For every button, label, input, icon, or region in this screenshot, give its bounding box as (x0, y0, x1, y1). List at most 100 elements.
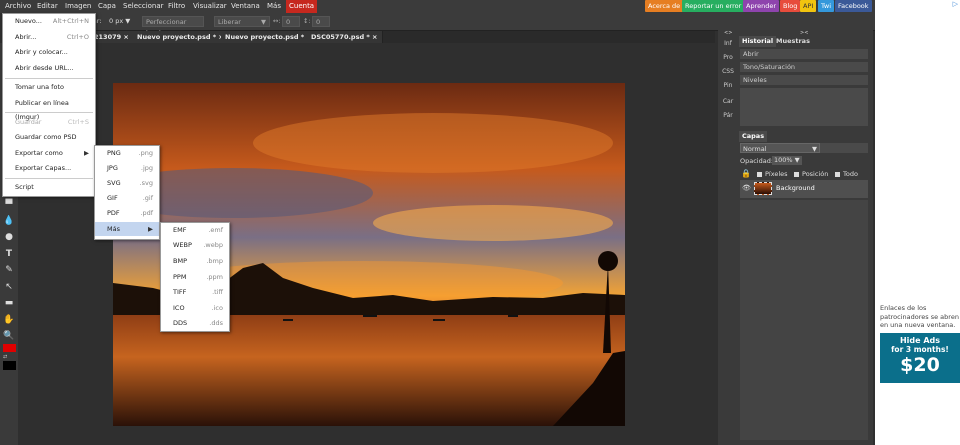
path-select-icon[interactable]: ↖ (3, 281, 15, 293)
collapsed-panels: <> Inf Pro CSS Pin Car Pár (718, 30, 738, 445)
history-row[interactable]: Abrir (740, 49, 868, 60)
aprender-button[interactable]: Aprender (743, 0, 780, 12)
menu-publicar[interactable]: Publicar en línea (Imgur) (3, 96, 95, 121)
burn-tool-icon[interactable]: ● (3, 231, 15, 243)
adchoices-icon[interactable]: ▷ (953, 0, 958, 8)
menu-capa[interactable]: Capa (95, 0, 119, 13)
lock-pixels-checkbox[interactable] (757, 172, 762, 177)
swap-colors-icon[interactable]: ⇄ (3, 354, 7, 360)
menu-seleccionar[interactable]: Seleccionar (120, 0, 167, 13)
options-toolbar: lar: 0 px ▼ Perfeccionar borde Liberar▼ … (85, 13, 875, 37)
foreground-color-swatch[interactable] (3, 344, 16, 352)
eye-icon[interactable]: 👁 (742, 184, 751, 192)
layers-panel: Capas Normal ▼ Opacidad: 100% ▼ 🔒 Píxeles… (738, 130, 873, 445)
layer-row[interactable]: 👁 Background (740, 180, 868, 198)
menu-separator (5, 78, 93, 79)
tab-doc-1[interactable]: 213079 × (90, 31, 134, 43)
more-formats-submenu: EMF .emf WEBP .webp BMP .bmp PPM .ppm TIFF .t… (160, 222, 230, 332)
export-more[interactable]: Más ▶ (95, 222, 159, 236)
ad-line1: Hide Ads (899, 336, 941, 345)
opacity-input[interactable]: 100% ▼ (772, 156, 802, 165)
api-button[interactable]: API (800, 0, 817, 12)
menu-abrir-url[interactable]: Abrir desde URL... (3, 61, 95, 75)
mode-select[interactable]: Liberar ▼ (214, 16, 270, 27)
export-pdf[interactable]: PDF .pdf (95, 206, 159, 220)
report-error-button[interactable]: Reportar un error (682, 0, 745, 12)
tab-muestras[interactable]: Muestras (773, 36, 813, 47)
lock-all-label: Todo (843, 170, 858, 178)
blog-button[interactable]: Blog (780, 0, 801, 12)
export-webp[interactable]: WEBP .webp (161, 238, 229, 252)
ad-notice: Enlaces de los patrocinadores se abren e… (880, 304, 959, 329)
twitter-button[interactable]: Twi (818, 0, 835, 12)
layer-thumbnail (754, 182, 772, 195)
width-input[interactable]: 0 (282, 16, 300, 27)
menu-script[interactable]: Script (3, 180, 95, 194)
menu-exportar-como[interactable]: Exportar como ▶ (3, 146, 95, 160)
panel-css[interactable]: CSS (718, 66, 738, 78)
zoom-tool-icon[interactable]: 🔍 (3, 330, 15, 342)
background-color-swatch[interactable] (3, 361, 16, 370)
blend-mode-select[interactable]: Normal ▼ (740, 143, 820, 153)
menu-visualizar[interactable]: Visualizar (190, 0, 230, 13)
export-dds[interactable]: DDS .dds (161, 316, 229, 330)
lock-all-checkbox[interactable] (835, 172, 840, 177)
menu-nuevo[interactable]: Nuevo... Alt+Ctrl+N (3, 14, 95, 28)
document-tabs: 213079 × Nuevo proyecto.psd * × Nuevo pr… (85, 31, 715, 43)
layers-title: Capas (739, 131, 768, 142)
export-svg[interactable]: SVG .svg (95, 176, 159, 190)
expand-icon[interactable]: <> (724, 30, 732, 36)
menu-tomar-foto[interactable]: Tomar una foto (3, 80, 95, 94)
export-bmp[interactable]: BMP .bmp (161, 254, 229, 268)
lock-position-checkbox[interactable] (794, 172, 799, 177)
ad-price: $20 (900, 354, 940, 376)
export-png[interactable]: PNG .png (95, 146, 159, 160)
menu-separator (5, 178, 93, 179)
tab-historial[interactable]: Historial (739, 36, 777, 47)
gradient-tool-icon[interactable]: ▀ (3, 199, 15, 211)
tab-doc-3[interactable]: Nuevo proyecto.psd * × (221, 31, 317, 43)
height-input[interactable]: 0 (312, 16, 330, 27)
export-jpg[interactable]: JPG .jpg (95, 161, 159, 175)
tab-doc-4[interactable]: DSC05770.psd * × (307, 31, 383, 43)
history-row[interactable]: Niveles (740, 75, 868, 86)
history-row[interactable]: Tono/Saturación (740, 62, 868, 73)
panel-properties[interactable]: Pro (718, 52, 738, 64)
export-tiff[interactable]: TIFF .tiff (161, 285, 229, 299)
text-tool-icon[interactable]: T (3, 248, 15, 260)
panel-paragraph[interactable]: Pár (718, 110, 738, 122)
menu-filtro[interactable]: Filtro (165, 0, 188, 13)
feather-value[interactable]: 0 px ▼ (106, 16, 134, 27)
hide-ads-banner[interactable]: Hide Ads for 3 months! $20 (880, 333, 960, 383)
menu-guardar-psd[interactable]: Guardar como PSD (3, 130, 95, 144)
menu-guardar: Guardar Ctrl+S (15, 118, 89, 126)
menu-mas[interactable]: Más (264, 0, 284, 13)
tab-doc-2[interactable]: Nuevo proyecto.psd * × (133, 31, 229, 43)
export-submenu: PNG .png JPG .jpg SVG .svg GIF .gif PDF .pdf … (94, 145, 160, 240)
menu-imagen[interactable]: Imagen (62, 0, 94, 13)
panel-brush[interactable]: Pin (718, 80, 738, 92)
acerca-de-button[interactable]: Acerca de (645, 0, 684, 12)
panel-info[interactable]: Inf (718, 38, 738, 50)
pen-tool-icon[interactable]: ✎ (3, 264, 15, 276)
menu-archivo[interactable]: Archivo (2, 0, 34, 13)
refine-edge-button[interactable]: Perfeccionar borde (142, 16, 204, 37)
menu-editar[interactable]: Editar (34, 0, 61, 13)
export-ppm[interactable]: PPM .ppm (161, 270, 229, 284)
menu-exportar-capas[interactable]: Exportar Capas... (3, 161, 95, 175)
menu-abrir-colocar[interactable]: Abrir y colocar... (3, 45, 95, 59)
layers-empty-area (740, 200, 868, 440)
opacity-label: Opacidad: (740, 157, 774, 165)
menu-cuenta[interactable]: Cuenta (286, 0, 318, 13)
menu-ventana[interactable]: Ventana (228, 0, 263, 13)
panel-character[interactable]: Car (718, 96, 738, 108)
facebook-button[interactable]: Facebook (835, 0, 872, 12)
export-emf[interactable]: EMF .emf (161, 223, 229, 237)
export-ico[interactable]: ICO .ico (161, 301, 229, 315)
drop-tool-icon[interactable]: 💧 (3, 215, 15, 227)
shape-tool-icon[interactable]: ▬ (3, 297, 15, 309)
menu-abrir[interactable]: Abrir... Ctrl+O (3, 30, 95, 44)
menubar: Archivo Editar Imagen Capa Seleccionar F… (0, 0, 875, 13)
export-gif[interactable]: GIF .gif (95, 191, 159, 205)
hand-tool-icon[interactable]: ✋ (3, 314, 15, 326)
